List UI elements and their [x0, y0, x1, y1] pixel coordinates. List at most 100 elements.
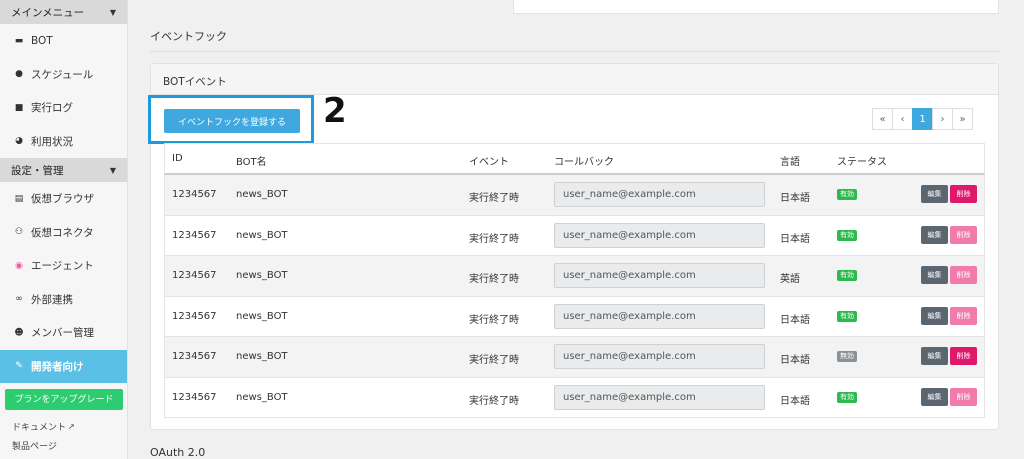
chevron-down-icon: ▼	[109, 7, 116, 17]
settings-menu-header[interactable]: 設定・管理 ▼	[0, 158, 127, 182]
header-callback: コールバック	[554, 157, 614, 168]
cell-bot-name: news_BOT	[236, 351, 288, 362]
settings-menu-label: 設定・管理	[11, 164, 64, 177]
sidebar-item-label: 仮想コネクタ	[31, 226, 94, 239]
delete-button[interactable]: 削除	[950, 225, 977, 244]
pie-chart-icon: ◕	[15, 136, 23, 147]
cell-bot-name: news_BOT	[236, 270, 288, 281]
sidebar-item-schedule[interactable]: ● スケジュール	[0, 58, 127, 92]
main-menu-header[interactable]: メインメニュー ▼	[0, 0, 127, 24]
sidebar-item-label: 開発者向け	[31, 360, 84, 373]
callback-field[interactable]	[554, 344, 765, 369]
cell-event: 実行終了時	[469, 233, 519, 245]
sidebar-item-external-integration[interactable]: ∞ 外部連携	[0, 283, 127, 317]
sidebar: メインメニュー ▼ ▬ BOT ● スケジュール ■ 実行ログ ◕ 利用状況 設…	[0, 0, 128, 459]
external-link-icon: ↗	[68, 421, 75, 431]
edit-button[interactable]: 編集	[921, 225, 948, 244]
callback-field[interactable]	[554, 384, 765, 410]
product-page-link-label: 製品ページ	[12, 441, 57, 452]
delete-button[interactable]: 削除	[950, 185, 977, 203]
cell-id: 1234567	[172, 229, 217, 241]
cell-id: 1234567	[172, 270, 217, 281]
header-language: 言語	[780, 157, 800, 168]
product-page-link[interactable]: 製品ページ	[0, 438, 127, 452]
table-row: 1234567 news_BOT 実行終了時 日本語 有効 編集削除	[164, 175, 985, 216]
connector-icon: ⚇	[14, 227, 24, 238]
document-icon: ■	[14, 102, 24, 113]
edit-button[interactable]: 編集	[921, 185, 948, 203]
previous-card	[513, 0, 999, 14]
sidebar-item-label: 実行ログ	[31, 102, 73, 115]
cell-language: 日本語	[780, 314, 810, 326]
cell-id: 1234567	[172, 351, 217, 362]
page-1-button[interactable]: 1	[912, 108, 933, 130]
cell-bot-name: news_BOT	[236, 229, 288, 241]
callback-field[interactable]	[554, 263, 765, 288]
delete-button[interactable]: 削除	[950, 347, 977, 365]
sidebar-item-virtual-connector[interactable]: ⚇ 仮想コネクタ	[0, 216, 127, 250]
edit-button[interactable]: 編集	[921, 347, 948, 365]
cell-event: 実行終了時	[469, 314, 519, 326]
status-badge: 有効	[837, 229, 857, 241]
sidebar-item-agent[interactable]: ◉ エージェント	[0, 249, 127, 283]
edit-button[interactable]: 編集	[921, 266, 948, 284]
first-page-button[interactable]: «	[872, 108, 893, 130]
browser-icon: ▤	[14, 193, 24, 204]
cell-bot-name: news_BOT	[236, 391, 288, 403]
cell-id: 1234567	[172, 189, 217, 200]
cell-language: 日本語	[780, 395, 810, 407]
table-row: 1234567 news_BOT 実行終了時 日本語 無効 編集削除	[164, 337, 985, 378]
callback-field[interactable]	[554, 222, 765, 248]
oauth-section-title: OAuth 2.0	[150, 446, 206, 459]
delete-button[interactable]: 削除	[950, 306, 977, 325]
register-event-hook-button[interactable]: イベントフックを登録する	[164, 109, 300, 133]
cell-event: 実行終了時	[469, 274, 519, 285]
last-page-button[interactable]: »	[952, 108, 973, 130]
sidebar-item-bot[interactable]: ▬ BOT	[0, 24, 127, 58]
sidebar-item-usage[interactable]: ◕ 利用状況	[0, 125, 127, 159]
sidebar-item-execution-log[interactable]: ■ 実行ログ	[0, 91, 127, 125]
table-row: 1234567 news_BOT 実行終了時 日本語 有効 編集削除	[164, 296, 985, 337]
sidebar-item-label: 利用状況	[31, 135, 73, 148]
table-row: 1234567 news_BOT 実行終了時 日本語 有効 編集削除	[164, 377, 985, 418]
cell-event: 実行終了時	[469, 193, 519, 204]
cell-bot-name: news_BOT	[236, 189, 288, 200]
cell-event: 実行終了時	[469, 395, 519, 407]
cell-language: 日本語	[780, 193, 810, 204]
chevron-down-icon: ▼	[109, 165, 116, 175]
step-number: 2	[323, 91, 347, 131]
sidebar-item-label: スケジュール	[31, 68, 94, 81]
edit-button[interactable]: 編集	[921, 306, 948, 325]
table-row: 1234567 news_BOT 実行終了時 英語 有効 編集削除	[164, 256, 985, 297]
delete-button[interactable]: 削除	[950, 266, 977, 284]
sidebar-item-label: メンバー管理	[31, 327, 94, 340]
status-badge: 有効	[837, 189, 857, 200]
status-badge: 有効	[837, 270, 857, 281]
cell-language: 日本語	[780, 233, 810, 245]
section-divider	[150, 51, 999, 52]
cell-event: 実行終了時	[469, 355, 519, 366]
next-page-button[interactable]: ›	[932, 108, 953, 130]
cell-language: 日本語	[780, 355, 810, 366]
sidebar-item-member-management[interactable]: ☻ メンバー管理	[0, 316, 127, 350]
header-status: ステータス	[837, 157, 887, 168]
sidebar-item-virtual-browser[interactable]: ▤ 仮想ブラウザ	[0, 182, 127, 216]
delete-button[interactable]: 削除	[950, 387, 977, 406]
callback-field[interactable]	[554, 182, 765, 207]
link-icon: ∞	[15, 294, 23, 305]
edit-button[interactable]: 編集	[921, 387, 948, 406]
header-event: イベント	[469, 157, 509, 168]
upgrade-plan-button[interactable]: プランをアップグレード	[5, 389, 123, 410]
docs-link[interactable]: ドキュメント ↗	[0, 414, 127, 438]
sidebar-item-label: 仮想ブラウザ	[31, 193, 94, 206]
callback-field[interactable]	[554, 303, 765, 329]
cell-id: 1234567	[172, 391, 217, 403]
agent-icon: ◉	[15, 260, 23, 271]
clock-icon: ●	[15, 69, 23, 80]
cell-language: 英語	[780, 274, 800, 285]
sidebar-item-developers[interactable]: ✎ 開発者向け	[0, 349, 127, 383]
prev-page-button[interactable]: ‹	[892, 108, 913, 130]
sidebar-item-label: エージェント	[31, 260, 94, 273]
docs-link-label: ドキュメント	[12, 422, 67, 433]
header-id: ID	[172, 153, 183, 164]
